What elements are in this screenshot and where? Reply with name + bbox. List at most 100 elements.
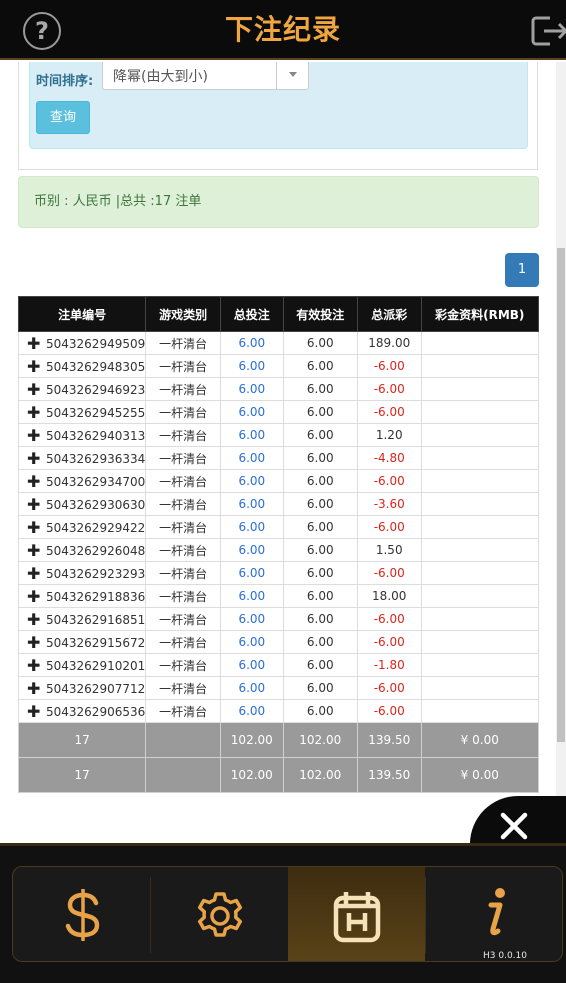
- table-row[interactable]: ✚ 5043262910201 一杆清台 6.00 6.00 -1.80: [17, 653, 540, 677]
- bet-id-cell[interactable]: ✚ 5043262948305: [17, 354, 147, 378]
- scrollbar[interactable]: [556, 62, 566, 844]
- logout-icon[interactable]: [530, 14, 566, 48]
- table-row[interactable]: ✚ 5043262936334 一杆清台 6.00 6.00 -4.80: [17, 446, 540, 470]
- header-total-bet: 总投注: [220, 296, 284, 332]
- jackpot-cell: [420, 492, 540, 516]
- app-root: ? 下注纪录 时间排序: 降幂(由大到小) 查询 币别 : 人民币 |总共 :1…: [0, 0, 566, 983]
- nav-item-deposit[interactable]: [13, 867, 150, 961]
- expand-plus-icon[interactable]: ✚: [27, 334, 41, 353]
- total-bet-cell: 6.00: [220, 561, 284, 585]
- table-row[interactable]: ✚ 5043262929422 一杆清台 6.00 6.00 -6.00: [17, 515, 540, 539]
- expand-plus-icon[interactable]: ✚: [27, 357, 41, 376]
- info-icon: [488, 888, 505, 936]
- game-type-cell: 一杆清台: [145, 561, 221, 585]
- game-type-cell: 一杆清台: [145, 584, 221, 608]
- table-row[interactable]: ✚ 5043262940313 一杆清台 6.00 6.00 1.20: [17, 423, 540, 447]
- expand-plus-icon[interactable]: ✚: [27, 403, 41, 422]
- total-bet-sum-cell: 102.00: [220, 757, 284, 793]
- expand-plus-icon[interactable]: ✚: [27, 495, 41, 514]
- header-total-payout: 总派彩: [356, 296, 422, 332]
- expand-plus-icon[interactable]: ✚: [27, 656, 41, 675]
- table-row[interactable]: ✚ 5043262945255 一杆清台 6.00 6.00 -6.00: [17, 400, 540, 424]
- bet-id-cell[interactable]: ✚ 5043262907712: [17, 676, 147, 700]
- pagination-page-1[interactable]: 1: [505, 253, 539, 287]
- bet-id-cell[interactable]: ✚ 5043262949509: [17, 331, 147, 355]
- bet-id-cell[interactable]: ✚ 5043262945255: [17, 400, 147, 424]
- valid-bet-cell: 6.00: [282, 630, 358, 654]
- valid-bet-cell: 6.00: [282, 515, 358, 539]
- table-row[interactable]: ✚ 5043262930630 一杆清台 6.00 6.00 -3.60: [17, 492, 540, 516]
- page-title: 下注纪录: [224, 13, 341, 46]
- table-row[interactable]: ✚ 5043262946923 一杆清台 6.00 6.00 -6.00: [17, 377, 540, 401]
- bet-id-cell[interactable]: ✚ 5043262934700: [17, 469, 147, 493]
- game-type-cell: 一杆清台: [145, 492, 221, 516]
- expand-plus-icon[interactable]: ✚: [27, 541, 41, 560]
- query-button[interactable]: 查询: [36, 101, 90, 134]
- table-row[interactable]: ✚ 5043262918836 一杆清台 6.00 6.00 18.00: [17, 584, 540, 608]
- close-icon[interactable]: [498, 810, 530, 842]
- table-row[interactable]: ✚ 5043262923293 一杆清台 6.00 6.00 -6.00: [17, 561, 540, 585]
- bet-id: 5043262936334: [46, 451, 146, 466]
- expand-plus-icon[interactable]: ✚: [27, 702, 41, 721]
- bet-id: 5043262915672: [46, 635, 146, 650]
- table-row[interactable]: ✚ 5043262906536 一杆清台 6.00 6.00 -6.00: [17, 699, 540, 723]
- bet-id-cell[interactable]: ✚ 5043262918836: [17, 584, 147, 608]
- table-row[interactable]: ✚ 5043262949509 一杆清台 6.00 6.00 189.00: [17, 331, 540, 355]
- bet-id: 5043262916851: [46, 612, 146, 627]
- table-row[interactable]: ✚ 5043262916851 一杆清台 6.00 6.00 -6.00: [17, 607, 540, 631]
- chevron-down-icon[interactable]: [276, 62, 308, 89]
- header-bar: ? 下注纪录: [0, 0, 566, 60]
- nav-item-settings[interactable]: [151, 867, 288, 961]
- game-type-cell: 一杆清台: [145, 469, 221, 493]
- table-row[interactable]: ✚ 5043262907712 一杆清台 6.00 6.00 -6.00: [17, 676, 540, 700]
- jackpot-cell: [420, 423, 540, 447]
- bet-id: 5043262907712: [46, 681, 146, 696]
- sort-order-select[interactable]: 降幂(由大到小): [102, 62, 309, 90]
- payout-cell: -3.60: [356, 492, 422, 516]
- expand-plus-icon[interactable]: ✚: [27, 610, 41, 629]
- bet-id-cell[interactable]: ✚ 5043262940313: [17, 423, 147, 447]
- valid-bet-cell: 6.00: [282, 676, 358, 700]
- total-valid-sum-cell: 102.00: [282, 722, 358, 758]
- table-row[interactable]: ✚ 5043262934700 一杆清台 6.00 6.00 -6.00: [17, 469, 540, 493]
- table-row[interactable]: ✚ 5043262926048 一杆清台 6.00 6.00 1.50: [17, 538, 540, 562]
- bet-id-cell[interactable]: ✚ 5043262946923: [17, 377, 147, 401]
- game-type-cell: 一杆清台: [145, 400, 221, 424]
- bet-id-cell[interactable]: ✚ 5043262923293: [17, 561, 147, 585]
- game-type-cell: 一杆清台: [145, 377, 221, 401]
- bet-id-cell[interactable]: ✚ 5043262906536: [17, 699, 147, 723]
- payout-cell: -6.00: [356, 377, 422, 401]
- nav-item-bet-history[interactable]: [288, 867, 425, 961]
- expand-plus-icon[interactable]: ✚: [27, 679, 41, 698]
- jackpot-cell: [420, 377, 540, 401]
- expand-plus-icon[interactable]: ✚: [27, 449, 41, 468]
- bet-id-cell[interactable]: ✚ 5043262929422: [17, 515, 147, 539]
- table-row[interactable]: ✚ 5043262948305 一杆清台 6.00 6.00 -6.00: [17, 354, 540, 378]
- expand-plus-icon[interactable]: ✚: [27, 564, 41, 583]
- bet-id-cell[interactable]: ✚ 5043262926048: [17, 538, 147, 562]
- bet-id-cell[interactable]: ✚ 5043262930630: [17, 492, 147, 516]
- total-count-cell: 17: [17, 722, 147, 758]
- expand-plus-icon[interactable]: ✚: [27, 518, 41, 537]
- jackpot-cell: [420, 676, 540, 700]
- jackpot-cell: [420, 653, 540, 677]
- jackpot-cell: [420, 699, 540, 723]
- bet-id-cell[interactable]: ✚ 5043262916851: [17, 607, 147, 631]
- payout-cell: 1.50: [356, 538, 422, 562]
- table-row[interactable]: ✚ 5043262915672 一杆清台 6.00 6.00 -6.00: [17, 630, 540, 654]
- expand-plus-icon[interactable]: ✚: [27, 426, 41, 445]
- expand-plus-icon[interactable]: ✚: [27, 633, 41, 652]
- payout-cell: -6.00: [356, 469, 422, 493]
- expand-plus-icon[interactable]: ✚: [27, 587, 41, 606]
- scrollbar-thumb[interactable]: [557, 248, 565, 742]
- nav-item-info[interactable]: [426, 867, 562, 961]
- bet-id-cell[interactable]: ✚ 5043262910201: [17, 653, 147, 677]
- expand-plus-icon[interactable]: ✚: [27, 380, 41, 399]
- valid-bet-cell: 6.00: [282, 400, 358, 424]
- bet-id-cell[interactable]: ✚ 5043262915672: [17, 630, 147, 654]
- total-bet-cell: 6.00: [220, 331, 284, 355]
- valid-bet-cell: 6.00: [282, 653, 358, 677]
- bet-id-cell[interactable]: ✚ 5043262936334: [17, 446, 147, 470]
- expand-plus-icon[interactable]: ✚: [27, 472, 41, 491]
- jackpot-cell: [420, 469, 540, 493]
